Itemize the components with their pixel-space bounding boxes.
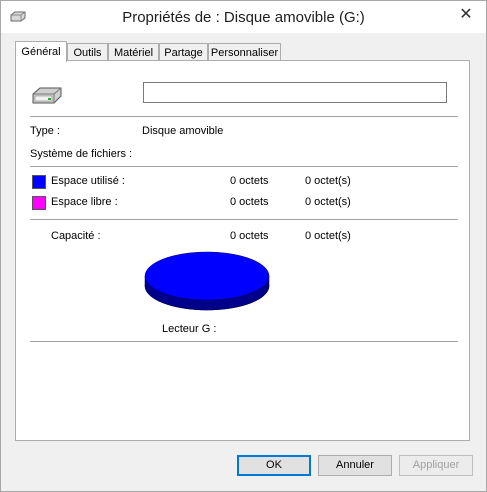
dialog-body: Général Outils Matériel Partage Personna… bbox=[1, 33, 486, 491]
free-space-size: 0 octet(s) bbox=[305, 196, 351, 208]
tab-personnaliser[interactable]: Personnaliser bbox=[208, 43, 281, 61]
ok-button[interactable]: OK bbox=[237, 455, 311, 476]
tab-partage[interactable]: Partage bbox=[159, 43, 208, 61]
separator bbox=[30, 219, 458, 220]
free-space-bytes: 0 octets bbox=[230, 196, 269, 208]
general-panel: Type : Disque amovible Système de fichie… bbox=[15, 60, 470, 441]
free-space-swatch bbox=[32, 196, 46, 210]
tab-outils[interactable]: Outils bbox=[67, 43, 108, 61]
capacity-size: 0 octet(s) bbox=[305, 230, 351, 242]
used-space-label: Espace utilisé : bbox=[51, 175, 125, 187]
volume-label-input[interactable] bbox=[143, 82, 447, 103]
capacity-label: Capacité : bbox=[51, 230, 101, 242]
used-space-swatch bbox=[32, 175, 46, 189]
properties-dialog: Propriétés de : Disque amovible (G:) ✕ G… bbox=[0, 0, 487, 492]
removable-drive-icon bbox=[32, 87, 62, 104]
tab-materiel[interactable]: Matériel bbox=[108, 43, 159, 61]
capacity-bytes: 0 octets bbox=[230, 230, 269, 242]
title-bar: Propriétés de : Disque amovible (G:) ✕ bbox=[1, 1, 486, 33]
tab-general[interactable]: Général bbox=[15, 41, 67, 62]
separator bbox=[30, 341, 458, 342]
apply-button[interactable]: Appliquer bbox=[399, 455, 473, 476]
close-icon: ✕ bbox=[459, 6, 473, 23]
filesystem-label: Système de fichiers : bbox=[30, 148, 133, 160]
separator bbox=[30, 116, 458, 117]
type-value: Disque amovible bbox=[142, 125, 224, 137]
used-space-size: 0 octet(s) bbox=[305, 175, 351, 187]
separator bbox=[30, 166, 458, 167]
cancel-button[interactable]: Annuler bbox=[318, 455, 392, 476]
window-title: Propriétés de : Disque amovible (G:) bbox=[122, 9, 365, 26]
close-button[interactable]: ✕ bbox=[452, 5, 480, 25]
drive-label: Lecteur G : bbox=[162, 323, 217, 335]
used-space-bytes: 0 octets bbox=[230, 175, 269, 187]
free-space-label: Espace libre : bbox=[51, 196, 118, 208]
disk-usage-pie bbox=[144, 251, 270, 311]
type-label: Type : bbox=[30, 125, 60, 137]
